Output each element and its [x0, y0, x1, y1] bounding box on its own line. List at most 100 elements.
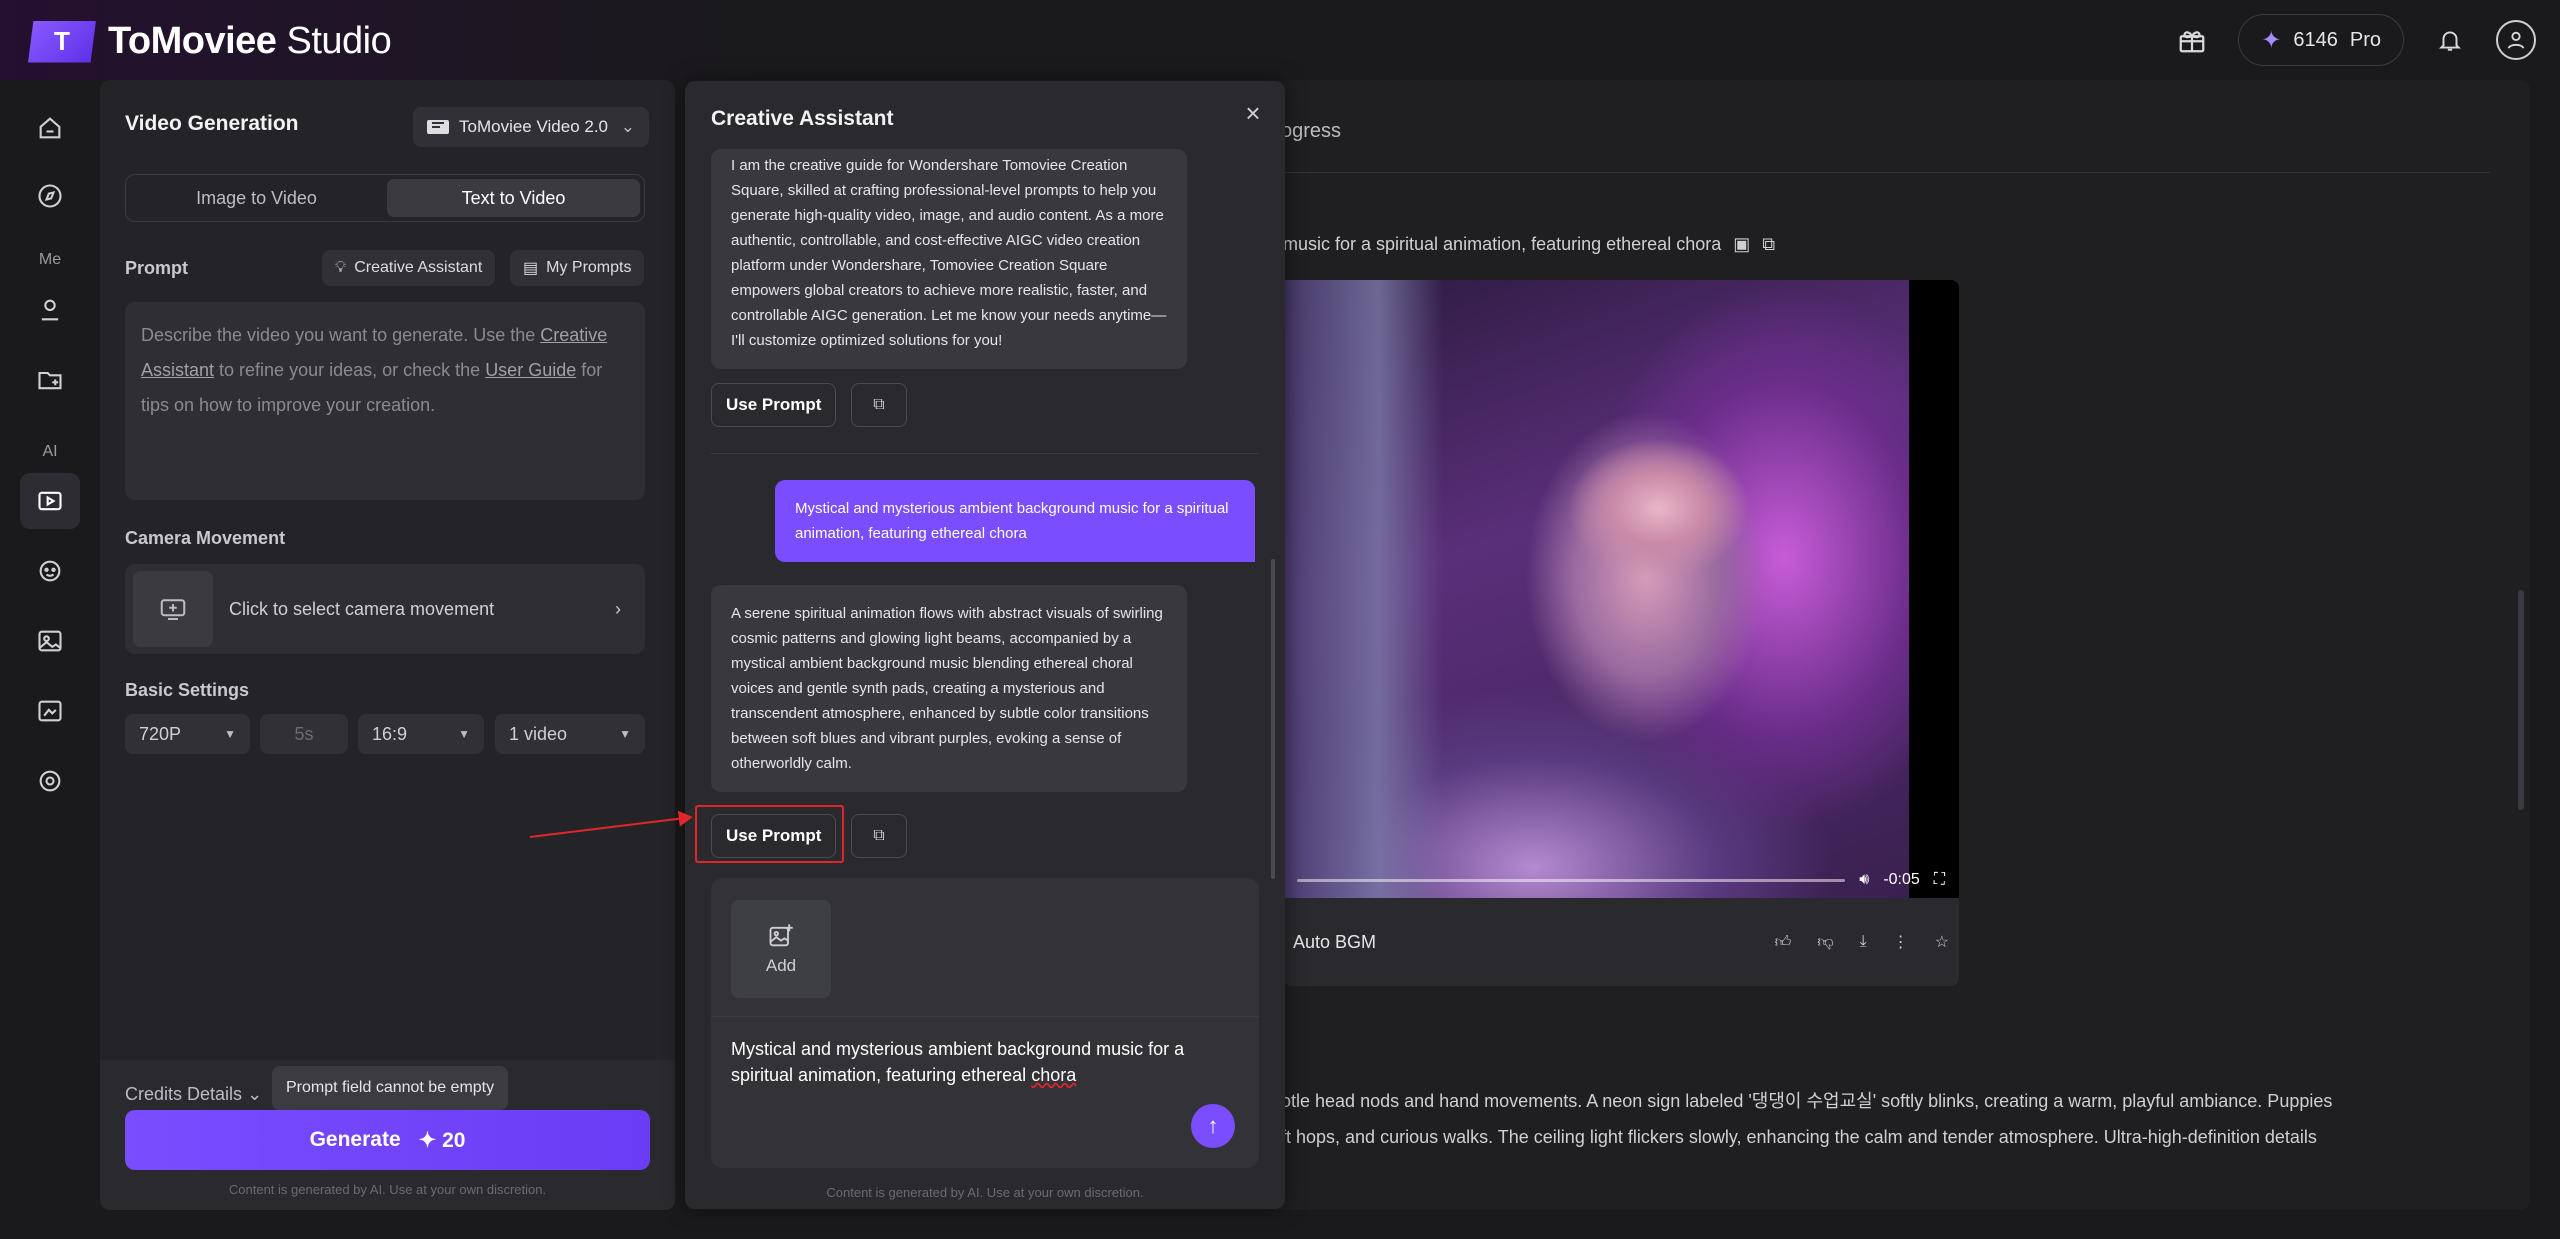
send-button[interactable]: ↑ — [1191, 1104, 1235, 1148]
more-icon[interactable]: ⋮ — [1893, 932, 1909, 952]
top-right-actions: ✦ 6146 Pro — [2172, 14, 2536, 66]
scrollbar[interactable] — [2518, 590, 2524, 810]
avatar-effects-icon[interactable] — [20, 543, 80, 599]
logo-mark-icon: T — [28, 20, 96, 63]
model-select[interactable]: ToMoviee Video 2.0 ⌄ — [413, 107, 649, 147]
assistant-reply-message: A serene spiritual animation flows with … — [711, 585, 1187, 792]
prompt-input[interactable]: Describe the video you want to generate.… — [125, 302, 645, 500]
chevron-down-icon: ▼ — [458, 727, 470, 741]
mode-tabs: Image to Video Text to Video — [125, 174, 645, 222]
copy-icon[interactable]: ⧉ — [851, 383, 907, 427]
close-icon[interactable]: × — [1239, 98, 1267, 128]
aspect-ratio-select[interactable]: 16:9 ▼ — [358, 714, 484, 754]
chevron-down-icon: ⌄ — [620, 117, 635, 136]
tab-in-progress[interactable]: ogress — [1281, 120, 1341, 143]
assistant-intro-message: I am the creative guide for Wondershare … — [711, 149, 1187, 369]
description-line: ft hops, and curious walks. The ceiling … — [1281, 1127, 2317, 1147]
video-generation-icon[interactable] — [20, 473, 80, 529]
panel-title: Video Generation — [125, 112, 299, 135]
sparkle-icon: ✦ — [418, 1128, 443, 1152]
result-prompt: music for a spiritual animation, featuri… — [1283, 234, 1775, 255]
ai-disclaimer: Content is generated by AI. Use at your … — [826, 1185, 1144, 1200]
model-select-value: ToMoviee Video 2.0 — [459, 117, 609, 136]
duration-value: 5s — [294, 723, 314, 744]
video-player[interactable]: 🔊︎ -0:05 ⛶ — [1283, 280, 1959, 898]
thumbs-up-icon[interactable]: 👍︎ — [1775, 933, 1792, 952]
credits-details-label: Credits Details — [125, 1084, 243, 1104]
duration-select: 5s — [260, 714, 348, 754]
prompt-placeholder-part: Describe the video you want to generate.… — [141, 325, 541, 345]
divider — [711, 1016, 1259, 1017]
bell-icon[interactable] — [2430, 20, 2470, 60]
video-generation-panel: Video Generation ToMoviee Video 2.0 ⌄ Im… — [100, 80, 675, 1210]
input-text: Mystical and mysterious ambient backgrou… — [731, 1039, 1185, 1085]
credits-details-toggle[interactable]: Credits Details ⌄ — [125, 1084, 262, 1105]
image-edit-icon[interactable] — [20, 683, 80, 739]
nav-section-ai: AI — [42, 443, 58, 460]
empty-prompt-tooltip: Prompt field cannot be empty — [272, 1066, 509, 1118]
generate-label: Generate — [309, 1128, 401, 1151]
add-label: Add — [765, 956, 797, 975]
use-prompt-button[interactable]: Use Prompt — [711, 383, 837, 427]
creative-assistant-panel: Creative Assistant × I am the creative g… — [685, 81, 1285, 1209]
folder-icon[interactable] — [20, 352, 80, 408]
side-nav: Me AI — [0, 80, 100, 1239]
prompts-list-icon: ▤ — [523, 260, 539, 277]
prompt-label: Prompt — [125, 258, 188, 278]
chevron-down-icon: ▼ — [619, 727, 631, 741]
save-icon[interactable]: ▣ — [1733, 234, 1750, 255]
result-prompt-text: music for a spiritual animation, featuri… — [1283, 234, 1722, 254]
assistant-title: Creative Assistant — [711, 107, 894, 130]
video-actions-bar: Auto BGM 👍︎ 👎︎ ⤓ ⋮ ☆ — [1283, 898, 1959, 986]
image-generation-icon[interactable] — [20, 613, 80, 669]
video-seek-bar[interactable] — [1297, 878, 1846, 882]
chevron-down-icon: ⌄ — [247, 1084, 263, 1104]
top-bar: T ToMoviee Studio ✦ 6146 Pro — [0, 0, 2560, 80]
generate-button[interactable]: Generate ✦ 20 — [125, 1110, 650, 1170]
download-icon[interactable]: ⤓ — [1860, 933, 1867, 951]
gift-icon[interactable] — [2172, 20, 2212, 60]
my-prompts-label: My Prompts — [546, 259, 632, 276]
app-logo[interactable]: T ToMoviee Studio — [28, 20, 392, 63]
copy-icon[interactable]: ⧉ — [851, 814, 907, 858]
user-icon[interactable] — [2496, 20, 2536, 60]
nav-section-me: Me — [38, 251, 62, 268]
camera-movement-label: Camera Movement — [125, 528, 286, 548]
model-icon — [427, 120, 449, 134]
add-image-icon — [769, 924, 793, 947]
copy-icon[interactable]: ⧉ — [1762, 234, 1775, 255]
resolution-value: 720P — [139, 723, 182, 744]
generate-cost-value: 20 — [442, 1128, 466, 1152]
home-icon[interactable] — [20, 100, 80, 156]
ai-disclaimer: Content is generated by AI. Use at your … — [228, 1182, 547, 1197]
fullscreen-icon[interactable]: ⛶ — [1934, 871, 1945, 889]
tab-image-to-video[interactable]: Image to Video — [130, 179, 383, 217]
my-prompts-button[interactable]: ▤ My Prompts — [510, 250, 645, 286]
credits-count: 6146 — [2293, 28, 2338, 51]
audio-generation-icon[interactable] — [20, 753, 80, 809]
generate-cost: ✦ 20 — [419, 1128, 466, 1153]
assistant-scrollbar[interactable] — [1271, 559, 1275, 879]
star-icon[interactable]: ☆ — [1935, 932, 1949, 952]
creative-assistant-label: Creative Assistant — [354, 259, 483, 276]
user-guide-link[interactable]: User Guide — [485, 360, 576, 380]
prompt-placeholder-part: to refine your ideas, or check the — [214, 360, 486, 380]
assistant-message-input[interactable]: Mystical and mysterious ambient backgrou… — [731, 1036, 1211, 1088]
basic-settings-label: Basic Settings — [125, 680, 250, 700]
profile-icon[interactable] — [20, 282, 80, 338]
video-count-value: 1 video — [509, 723, 568, 744]
tab-text-to-video[interactable]: Text to Video — [387, 179, 640, 217]
camera-movement-select[interactable]: Click to select camera movement › — [125, 564, 645, 654]
app-name: ToMoviee Studio — [108, 20, 392, 62]
highlight-annotation — [695, 805, 844, 863]
thumbs-down-icon[interactable]: 👎︎ — [1817, 933, 1833, 952]
bgm-label: Auto BGM — [1293, 931, 1377, 952]
plan-badge: Pro — [2349, 28, 2381, 51]
creative-assistant-button[interactable]: 💡︎ Creative Assistant — [322, 250, 496, 286]
add-image-button[interactable]: Add — [731, 900, 831, 998]
video-count-select[interactable]: 1 video ▼ — [495, 714, 645, 754]
explore-icon[interactable] — [20, 168, 80, 224]
resolution-select[interactable]: 720P ▼ — [125, 714, 250, 754]
volume-icon[interactable]: 🔊︎ — [1859, 871, 1869, 889]
credits-pill[interactable]: ✦ 6146 Pro — [2238, 14, 2404, 66]
